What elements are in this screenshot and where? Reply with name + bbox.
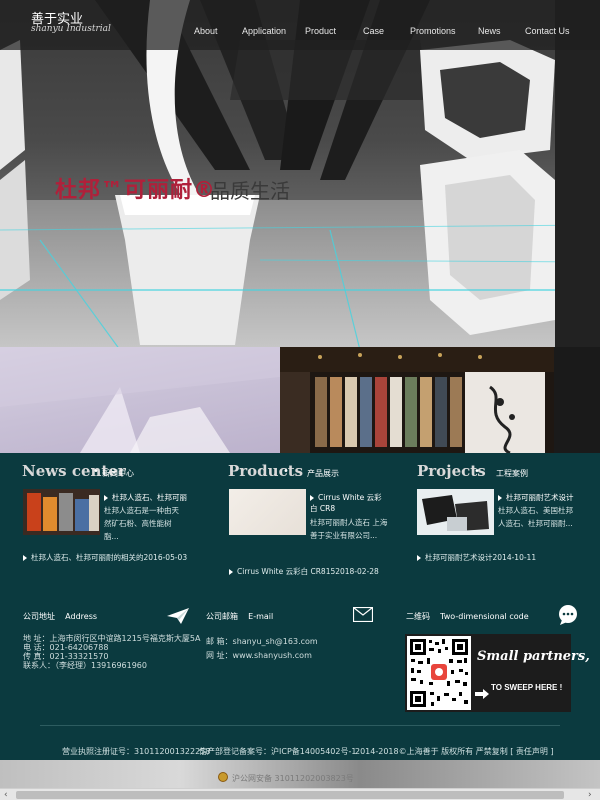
nav-application[interactable]: Application [242,26,286,36]
envelope-icon [352,606,374,626]
police-record[interactable]: 沪公网安备 31011202003823号 [232,773,354,784]
arrow-right-icon [475,684,489,703]
qrcode-promo-subtitle: TO SWEEP HERE ! [491,683,563,692]
products-item-title[interactable]: Cirrus White 云彩白 CR8 [310,492,385,514]
products-section-title[interactable]: Products [228,462,303,480]
business-license: 营业执照注册证号：310112001322258 [62,747,211,756]
police-badge-icon [218,772,228,782]
nav-promotions[interactable]: Promotions [410,26,456,36]
hero-edge-strip [555,0,600,350]
products-item-arrow-icon [310,495,314,501]
hero-banner: 杜邦™可丽耐® 品质生活 [0,0,600,350]
banner-edge-strip [554,347,600,453]
news-title-dot: • [93,466,99,477]
scrollbar-thumb[interactable] [16,791,564,799]
projects-item-title[interactable]: 杜邦可丽耐艺术设计 [498,492,574,503]
scroll-right-arrow-icon[interactable]: › [588,790,592,800]
products-section-subtitle[interactable]: 产品展示 [307,468,339,479]
qrcode-image [407,636,471,710]
products-item-description: 杜邦可丽耐人造石 上海善于实业有限公司... [310,518,388,540]
banner-image-showroom [280,347,554,453]
horizontal-scrollbar[interactable]: ‹ › [0,788,600,800]
qrcode-banner: Small partners, TO SWEEP HERE ! [405,634,590,712]
icp-record[interactable]: 信产部登记备案号：沪ICP备14005402号-1 [199,746,356,757]
qrcode-promo-title: Small partners, [477,649,590,664]
hero-tagline-brand: 杜邦™可丽耐® [55,178,217,203]
projects-section-subtitle[interactable]: 工程案例 [496,468,528,479]
nav-product[interactable]: Product [305,26,336,36]
news-thumbnail[interactable] [23,489,100,535]
products-link-arrow-icon [229,569,233,575]
nav-about[interactable]: About [194,26,218,36]
projects-item-arrow-icon [498,495,502,501]
projects-thumbnail[interactable] [417,489,494,535]
top-navigation-bar: 善于实业 shanyu Industrial About Application… [0,0,600,50]
nav-case[interactable]: Case [363,26,384,36]
projects-link[interactable]: 杜邦可丽耐艺术设计2014-10-11 [417,552,536,563]
hero-tagline-slogan: 品质生活 [210,179,290,203]
email-label: 公司邮箱 E-mail [206,612,274,621]
website-line[interactable]: 网 址：www.shanyush.com [206,650,312,661]
contact-person-line: 联系人：（李经理）13916961960 [23,661,147,670]
footer-divider [40,725,560,726]
copyright-notice: 2014-2018©上海善于 版权所有 严禁复制 [ 责任声明 ] [355,747,554,756]
news-item-arrow-icon [104,495,108,501]
paper-plane-icon [167,608,189,628]
email-line[interactable]: 邮 箱：shanyu_sh@163.com [206,636,318,647]
logo-english[interactable]: shanyu Industrial [31,24,111,34]
nav-contact-us[interactable]: Contact Us [525,26,570,36]
products-title-dot: • [283,466,289,477]
projects-item-description: 杜邦人造石、美国杜邦人造石、杜邦可丽耐... [498,506,573,528]
banner-image-left [0,347,280,453]
news-link[interactable]: 杜邦人造石、杜邦可丽耐的相关的2016-05-03 [23,552,187,563]
projects-link-arrow-icon [417,555,421,561]
address-label: 公司地址 Address [23,612,98,621]
qrcode-label: 二维码 Two-dimensional code [406,612,529,621]
products-link[interactable]: Cirrus White 云彩白 CR8152018-02-28 [229,566,379,577]
news-item-title[interactable]: 杜邦人造石、杜邦可丽 [104,492,187,503]
chat-bubble-icon [558,605,578,629]
scroll-left-arrow-icon[interactable]: ‹ [4,790,8,800]
news-section-subtitle[interactable]: 新闻中心 [102,468,134,479]
products-thumbnail[interactable] [229,489,306,535]
nav-news[interactable]: News [478,26,501,36]
projects-title-dot: • [474,466,480,477]
news-link-arrow-icon [23,555,27,561]
news-item-description: 杜邦人造石是一种由天然矿石粉、高性能树脂... [104,506,179,541]
